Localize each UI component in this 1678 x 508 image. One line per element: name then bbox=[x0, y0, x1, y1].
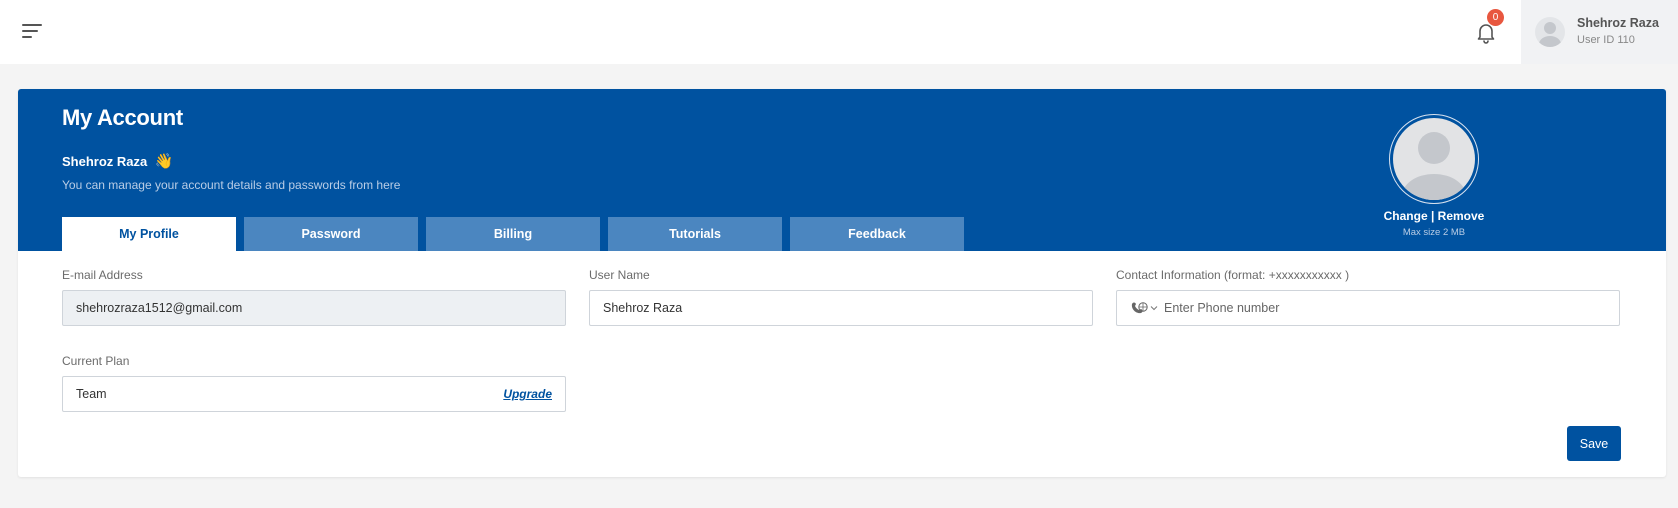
tab-feedback[interactable]: Feedback bbox=[790, 217, 964, 251]
profile-picture[interactable] bbox=[1389, 114, 1479, 204]
greeting-name: Shehroz Raza bbox=[62, 154, 148, 169]
email-value: shehrozraza1512@gmail.com bbox=[76, 301, 243, 315]
upgrade-link[interactable]: Upgrade bbox=[503, 387, 552, 401]
change-photo-link[interactable]: Change bbox=[1384, 209, 1428, 223]
tab-password[interactable]: Password bbox=[244, 217, 418, 251]
phone-field[interactable]: Enter Phone number bbox=[1116, 290, 1620, 326]
avatar bbox=[1535, 17, 1565, 47]
email-field[interactable]: shehrozraza1512@gmail.com bbox=[62, 290, 566, 326]
page-title: My Account bbox=[62, 105, 183, 130]
remove-photo-link[interactable]: Remove bbox=[1438, 209, 1485, 223]
user-name: Shehroz Raza bbox=[1577, 16, 1659, 30]
profile-avatar-icon bbox=[1393, 118, 1475, 200]
username-label: User Name bbox=[589, 268, 650, 282]
username-field[interactable]: Shehroz Raza bbox=[589, 290, 1093, 326]
plan-field: Team Upgrade bbox=[62, 376, 566, 412]
account-tabs: My Profile Password Billing Tutorials Fe… bbox=[62, 217, 972, 251]
greeting: Shehroz Raza 👋 bbox=[62, 152, 174, 170]
country-code-selector[interactable] bbox=[1130, 301, 1158, 315]
user-menu[interactable]: Shehroz Raza User ID 110 bbox=[1521, 0, 1678, 64]
tab-tutorials[interactable]: Tutorials bbox=[608, 217, 782, 251]
username-value: Shehroz Raza bbox=[603, 301, 683, 315]
tab-billing[interactable]: Billing bbox=[426, 217, 600, 251]
separator: | bbox=[1427, 209, 1438, 223]
phone-globe-icon bbox=[1131, 302, 1148, 314]
wave-icon: 👋 bbox=[154, 153, 174, 170]
email-label: E-mail Address bbox=[62, 268, 143, 282]
chevron-down-icon bbox=[1150, 306, 1158, 311]
tab-my-profile[interactable]: My Profile bbox=[62, 217, 236, 251]
user-id: User ID 110 bbox=[1577, 34, 1635, 46]
notification-badge: 0 bbox=[1487, 9, 1504, 26]
phone-placeholder: Enter Phone number bbox=[1164, 301, 1280, 315]
avatar-actions: Change | Remove bbox=[1358, 209, 1510, 223]
plan-label: Current Plan bbox=[62, 354, 130, 368]
page-subtitle: You can manage your account details and … bbox=[62, 178, 401, 192]
plan-value: Team bbox=[76, 387, 107, 401]
save-button[interactable]: Save bbox=[1567, 426, 1621, 461]
contact-label: Contact Information (format: +xxxxxxxxxx… bbox=[1116, 268, 1350, 282]
top-bar: 0 Shehroz Raza User ID 110 bbox=[0, 0, 1678, 64]
account-banner: My Account Shehroz Raza 👋 You can manage… bbox=[18, 89, 1666, 251]
max-size-note: Max size 2 MB bbox=[1402, 227, 1466, 238]
account-card: My Account Shehroz Raza 👋 You can manage… bbox=[18, 89, 1666, 477]
menu-icon[interactable] bbox=[22, 24, 42, 38]
